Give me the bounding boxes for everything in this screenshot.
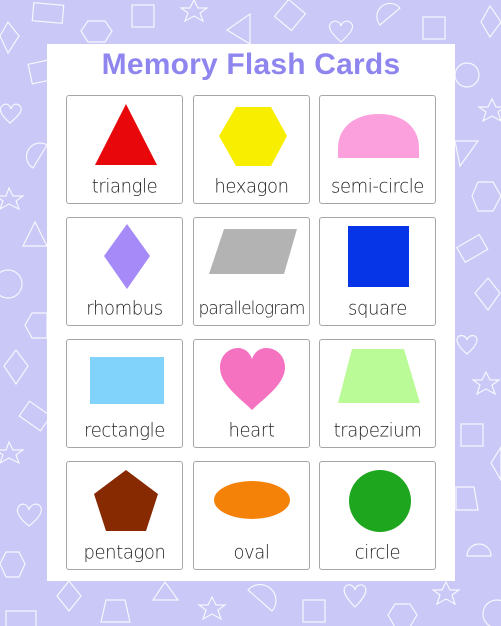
bg-hexagon3-icon bbox=[471, 181, 501, 212]
bg-square2-icon bbox=[422, 16, 446, 40]
card-label: hexagon bbox=[214, 175, 289, 198]
bg-semicircle3-icon bbox=[466, 543, 492, 557]
bg-triangle4-icon bbox=[151, 580, 180, 601]
rectangle-shape bbox=[90, 357, 164, 404]
bg-star5-icon bbox=[471, 370, 501, 396]
bg-diamond6-icon bbox=[490, 445, 501, 482]
heart-icon bbox=[219, 348, 286, 410]
bg-triangle2-icon bbox=[22, 220, 48, 247]
bg-hexagon4-icon bbox=[0, 551, 26, 578]
page-title: Memory Flash Cards bbox=[101, 48, 401, 81]
parallelogram-shape bbox=[209, 229, 297, 274]
bg-square-icon bbox=[131, 4, 155, 28]
bg-diamond4-icon bbox=[3, 349, 29, 386]
bg-star2-icon bbox=[0, 186, 25, 211]
card-rectangle[interactable]: rectangle bbox=[66, 339, 183, 448]
trapezium-shape bbox=[338, 349, 420, 403]
circle-shape bbox=[349, 470, 411, 532]
card-label: square bbox=[348, 297, 407, 320]
card-square[interactable]: square bbox=[319, 217, 436, 326]
bg-circle-icon bbox=[454, 62, 480, 88]
bg-circle3-icon bbox=[482, 599, 501, 626]
bg-trapezium-icon bbox=[455, 486, 479, 511]
bg-circle2-icon bbox=[0, 269, 23, 299]
bg-semicircle2-icon bbox=[26, 142, 48, 169]
card-label: pentagon bbox=[83, 541, 166, 564]
bg-heart5-icon bbox=[343, 584, 367, 608]
bg-diamond3-icon bbox=[480, 4, 501, 39]
bg-trapezium2-icon bbox=[100, 599, 131, 623]
bg-star4-icon bbox=[477, 97, 501, 123]
hexagon-icon bbox=[219, 107, 287, 166]
bg-diamond-icon bbox=[0, 20, 20, 55]
bg-hexagon-icon bbox=[80, 20, 113, 43]
card-oval[interactable]: oval bbox=[193, 461, 310, 570]
bg-heart4-icon bbox=[456, 334, 478, 355]
card-label: circle bbox=[354, 541, 401, 564]
card-label: triangle bbox=[91, 175, 158, 198]
circle-icon bbox=[349, 470, 411, 532]
bg-triangle3-icon bbox=[454, 140, 480, 168]
rectangle-icon bbox=[90, 357, 164, 404]
bg-diamond5-icon bbox=[474, 277, 501, 312]
bg-star3-icon bbox=[0, 440, 25, 465]
card-pentagon[interactable]: pentagon bbox=[66, 461, 183, 570]
card-triangle[interactable]: triangle bbox=[66, 95, 183, 204]
card-label: semi-circle bbox=[331, 175, 424, 198]
parallelogram-icon bbox=[209, 229, 297, 274]
card-label: trapezium bbox=[333, 419, 422, 442]
bg-rectangle4-icon bbox=[5, 610, 37, 626]
rhombus-icon bbox=[104, 224, 150, 289]
semi-circle-shape bbox=[338, 114, 419, 158]
trapezium-icon bbox=[338, 349, 420, 403]
rhombus-shape bbox=[104, 224, 150, 289]
pentagon-icon bbox=[94, 470, 158, 531]
triangle-icon bbox=[95, 104, 157, 165]
bg-rectangle-icon bbox=[31, 2, 65, 24]
card-hexagon[interactable]: hexagon bbox=[193, 95, 310, 204]
card-label: oval bbox=[233, 541, 270, 564]
card-label: rhombus bbox=[86, 297, 163, 320]
card-parallelogram[interactable]: parallelogram bbox=[193, 217, 310, 326]
bg-star6-icon bbox=[197, 595, 227, 621]
bg-diamond2-icon bbox=[273, 0, 307, 32]
bg-triangle-icon bbox=[225, 12, 251, 46]
bg-heart3-icon bbox=[16, 503, 42, 527]
hexagon-shape bbox=[219, 107, 287, 166]
oval-icon bbox=[214, 481, 290, 519]
bg-square5-icon bbox=[302, 599, 326, 623]
pentagon-shape bbox=[94, 470, 158, 531]
bg-semicircle4-icon bbox=[247, 583, 277, 612]
card-heart[interactable]: heart bbox=[193, 339, 310, 448]
bg-hexagon5-icon bbox=[387, 603, 418, 626]
bg-square4-icon bbox=[460, 423, 484, 447]
bg-rectangle3-icon bbox=[455, 233, 489, 264]
bg-hexagon2-icon bbox=[24, 312, 48, 339]
card-circle[interactable]: circle bbox=[319, 461, 436, 570]
bg-heart2-icon bbox=[0, 103, 22, 124]
card-rhombus[interactable]: rhombus bbox=[66, 217, 183, 326]
heart-shape bbox=[219, 348, 286, 410]
square-shape bbox=[348, 226, 409, 287]
bg-star7-icon bbox=[431, 580, 461, 606]
bg-star-icon bbox=[179, 0, 209, 23]
card-trapezium[interactable]: trapezium bbox=[319, 339, 436, 448]
bg-semicircle-icon bbox=[376, 2, 401, 26]
triangle-shape bbox=[95, 104, 157, 165]
flash-card-sheet: Memory Flash Cards triangle hexagon semi… bbox=[47, 44, 455, 581]
card-label: parallelogram bbox=[198, 298, 305, 320]
semi-circle-icon bbox=[338, 114, 419, 158]
card-label: rectangle bbox=[84, 419, 165, 442]
square-icon bbox=[348, 226, 409, 287]
card-semi-circle[interactable]: semi-circle bbox=[319, 95, 436, 204]
bg-heart-icon bbox=[328, 20, 354, 43]
oval-shape bbox=[214, 481, 290, 519]
bg-diamond7-icon bbox=[56, 580, 82, 612]
card-label: heart bbox=[228, 419, 275, 442]
